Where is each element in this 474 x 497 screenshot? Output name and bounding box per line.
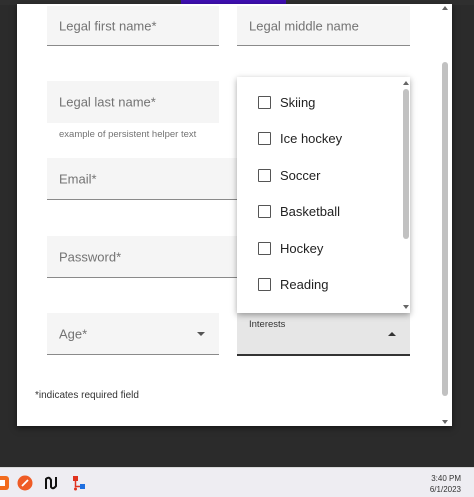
email-field[interactable]: Email* bbox=[47, 158, 247, 200]
last-name-placeholder: Legal last name* bbox=[59, 94, 156, 110]
scroll-up-arrow-icon[interactable] bbox=[442, 6, 448, 10]
menu-item-label: Skiing bbox=[280, 94, 316, 110]
checkbox[interactable] bbox=[258, 204, 271, 218]
app-orange-icon[interactable] bbox=[0, 475, 10, 491]
clock-date: 6/1/2023 bbox=[429, 485, 461, 494]
menu-item-reading[interactable]: Reading bbox=[237, 266, 400, 302]
scroll-down-arrow-icon[interactable] bbox=[442, 420, 448, 424]
chevron-up-icon bbox=[388, 331, 396, 336]
menu-item-label: Soccer bbox=[280, 167, 321, 183]
interests-select[interactable]: Interests bbox=[237, 313, 410, 356]
interests-dropdown-menu: Skiing Ice hockey Soccer Basketball Hock… bbox=[237, 77, 410, 313]
email-placeholder: Email* bbox=[59, 171, 97, 186]
password-field[interactable]: Password* bbox=[47, 236, 247, 278]
first-name-field[interactable]: Legal first name* bbox=[47, 6, 219, 46]
menu-scroll-down-icon[interactable] bbox=[403, 305, 409, 309]
menu-item-basketball[interactable]: Basketball bbox=[237, 193, 400, 229]
checkbox[interactable] bbox=[258, 131, 271, 145]
menu-item-hockey[interactable]: Hockey bbox=[237, 230, 400, 266]
dialog-scrollbar-thumb[interactable] bbox=[442, 62, 448, 396]
network-app-icon[interactable] bbox=[71, 475, 87, 491]
menu-item-label: Hockey bbox=[280, 240, 324, 256]
chevron-down-icon bbox=[197, 331, 205, 336]
menu-item-soccer[interactable]: Soccer bbox=[237, 157, 400, 193]
menu-scrollbar-thumb[interactable] bbox=[403, 89, 409, 239]
taskbar: 3:40 PM 6/1/2023 bbox=[0, 467, 474, 497]
checkbox[interactable] bbox=[258, 168, 271, 182]
last-name-field[interactable]: Legal last name* bbox=[47, 81, 219, 123]
system-clock[interactable]: 3:40 PM 6/1/2023 bbox=[430, 473, 461, 495]
menu-item-skiing[interactable]: Skiing bbox=[237, 84, 400, 120]
menu-item-label: Reading bbox=[280, 276, 329, 292]
postman-icon[interactable] bbox=[17, 475, 33, 491]
menu-item-ice-hockey[interactable]: Ice hockey bbox=[237, 120, 400, 156]
age-select[interactable]: Age* bbox=[47, 313, 219, 355]
last-name-helper-text: example of persistent helper text bbox=[59, 129, 197, 140]
dialog-scrollbar[interactable] bbox=[440, 6, 449, 424]
checkbox[interactable] bbox=[258, 241, 271, 255]
interests-label: Interests bbox=[249, 319, 286, 330]
menu-scrollbar[interactable] bbox=[402, 81, 409, 309]
notion-icon[interactable] bbox=[44, 475, 60, 491]
middle-name-placeholder: Legal middle name bbox=[249, 18, 359, 33]
menu-scroll-up-icon[interactable] bbox=[403, 81, 409, 85]
checkbox[interactable] bbox=[258, 277, 271, 291]
first-name-placeholder: Legal first name* bbox=[59, 18, 157, 33]
menu-item-label: Ice hockey bbox=[280, 130, 343, 146]
required-field-note: *indicates required field bbox=[35, 390, 139, 401]
password-placeholder: Password* bbox=[59, 249, 122, 264]
middle-name-field[interactable]: Legal middle name bbox=[237, 6, 410, 46]
checkbox[interactable] bbox=[258, 95, 271, 109]
clock-time: 3:40 PM bbox=[431, 474, 461, 483]
age-placeholder: Age* bbox=[59, 326, 88, 341]
menu-item-label: Basketball bbox=[280, 203, 340, 219]
